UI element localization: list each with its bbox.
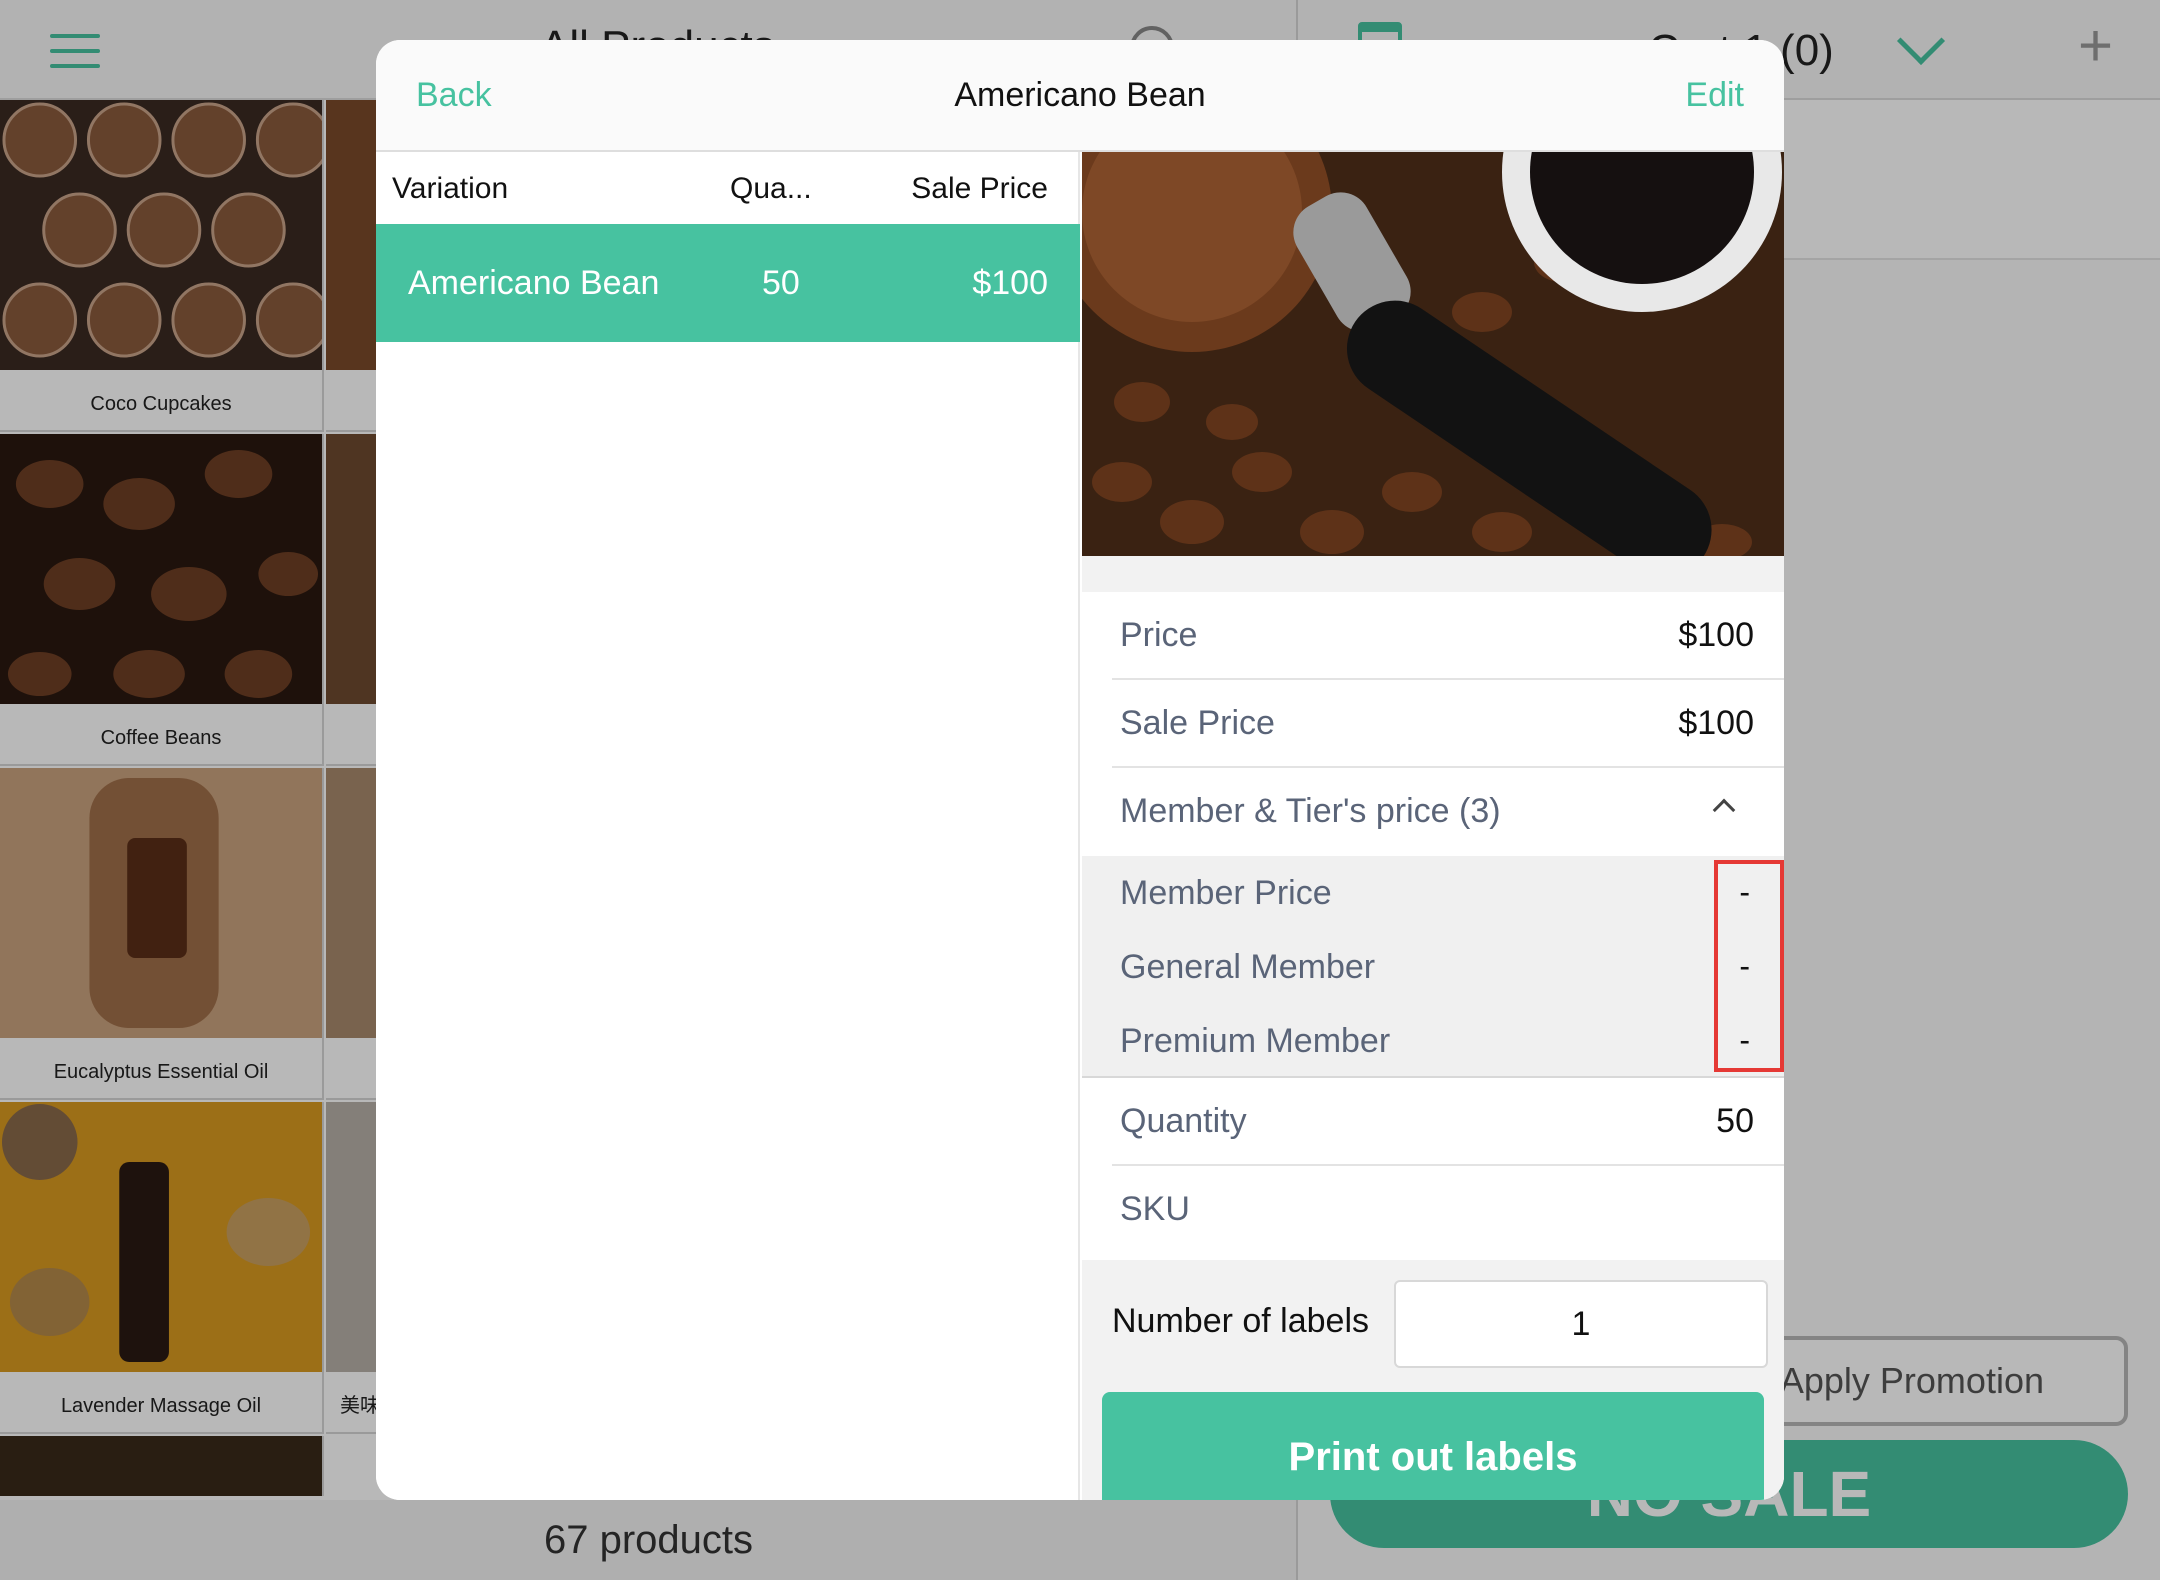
cell-sale-price: $100 [972,264,1048,302]
table-header: Variation Qua... Sale Price [376,152,1080,224]
list-item: Member Price - [1082,856,1784,930]
detail-panel: Price $100 Sale Price $100 Member & Tier… [1082,152,1784,1500]
price-row: Price $100 [1082,592,1784,680]
edit-button[interactable]: Edit [1685,76,1744,115]
member-price-label: General Member [1120,948,1376,986]
variation-table: Variation Qua... Sale Price Americano Be… [376,152,1080,1500]
number-of-labels-input[interactable] [1394,1280,1768,1368]
modal-title: Americano Bean [954,76,1206,114]
column-header-quantity: Qua... [730,172,812,205]
quantity-label: Quantity [1120,1102,1247,1140]
sale-price-row: Sale Price $100 [1082,680,1784,768]
print-labels-button[interactable]: Print out labels [1102,1392,1764,1500]
chevron-up-icon[interactable] [1712,798,1736,822]
member-tier-label: Member & Tier's price (3) [1120,792,1501,830]
label-print-area: Number of labels Print out labels [1082,1260,1784,1500]
back-button[interactable]: Back [416,76,492,115]
annotation-highlight-box [1714,860,1784,1072]
list-item: Premium Member - [1082,1004,1784,1078]
quantity-value: 50 [1716,1102,1754,1140]
sku-row: SKU [1082,1166,1784,1254]
product-detail-modal: Americano Bean Back Edit Variation Qua..… [376,40,1784,1500]
product-image [1082,152,1784,556]
column-header-variation: Variation [392,172,509,205]
table-row[interactable]: Americano Bean 50 $100 [376,224,1080,342]
product-details: Price $100 Sale Price $100 Member & Tier… [1082,592,1784,1260]
member-price-label: Premium Member [1120,1022,1391,1060]
modal-header: Americano Bean Back Edit [376,40,1784,152]
price-value: $100 [1678,616,1754,654]
sale-price-label: Sale Price [1120,704,1275,742]
price-label: Price [1120,616,1198,654]
member-price-list: Member Price - General Member - Premium … [1082,856,1784,1078]
sale-price-value: $100 [1678,704,1754,742]
number-of-labels-label: Number of labels [1112,1302,1370,1340]
list-item: General Member - [1082,930,1784,1004]
cell-quantity: 50 [762,264,800,302]
sku-label: SKU [1120,1190,1190,1228]
column-header-sale-price: Sale Price [911,172,1048,205]
member-price-label: Member Price [1120,874,1332,912]
cell-variation: Americano Bean [408,264,660,302]
quantity-row: Quantity 50 [1082,1078,1784,1166]
member-tier-toggle[interactable]: Member & Tier's price (3) [1082,768,1784,856]
